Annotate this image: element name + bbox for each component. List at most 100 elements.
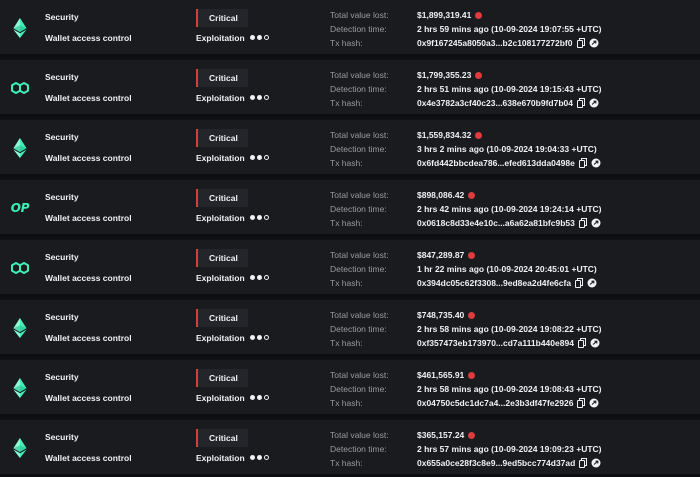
tx-hash-value[interactable]: 0xf357473eb173970...cd7a111b440e894 [417, 338, 574, 348]
severity-badge: Critical [196, 69, 248, 87]
incident-row[interactable]: OP Security Wallet access control Critic… [0, 180, 700, 237]
explorer-link-icon[interactable] [589, 38, 599, 50]
copy-icon[interactable] [579, 458, 588, 470]
severity-label: Critical [209, 373, 238, 383]
tx-hash-label: Tx hash: [330, 158, 363, 168]
tx-hash-value[interactable]: 0x655a0ce28f3c8e9...9ed5bcc774d37ad [417, 458, 575, 468]
value-lost-label: Total value lost: [330, 190, 389, 200]
value-lost: $847,289.87 [417, 250, 476, 260]
tx-hash-value[interactable]: 0x9f167245a8050a3...b2c108177272bf0 [417, 38, 573, 48]
polygon-icon [9, 257, 31, 279]
tx-hash-value[interactable]: 0x0618c8d33e4e10c...a6a62a81bfc9b53 [417, 218, 575, 228]
tx-hash: 0x655a0ce28f3c8e9...9ed5bcc774d37ad [417, 458, 601, 470]
detection-time: 2 hrs 59 mins ago (10-09-2024 19:07:55 +… [417, 24, 602, 34]
attack-type: Exploitation [196, 273, 245, 283]
severity-level-indicator [250, 395, 269, 401]
level-dot-filled [257, 275, 262, 280]
value-lost-amount: $1,799,355.23 [417, 70, 472, 80]
tx-hash: 0x4e3782a3cf40c23...638e670b9fd7b04 [417, 98, 599, 110]
copy-icon[interactable] [577, 398, 586, 410]
incident-row[interactable]: Security Wallet access control Critical … [0, 240, 700, 297]
attack-type: Exploitation [196, 153, 245, 163]
explorer-link-icon[interactable] [591, 158, 601, 170]
explorer-link-icon[interactable] [591, 218, 601, 230]
value-lost-label: Total value lost: [330, 370, 389, 380]
incident-row[interactable]: Security Wallet access control Critical … [0, 0, 700, 57]
level-dot-empty [264, 35, 269, 40]
detection-time: 2 hrs 57 mins ago (10-09-2024 19:09:23 +… [417, 444, 602, 454]
level-dot-empty [264, 95, 269, 100]
detection-time-label: Detection time: [330, 324, 387, 334]
tx-hash-value[interactable]: 0x6fd442bbcdea786...efed613dda0498e [417, 158, 575, 168]
incident-list: Security Wallet access control Critical … [0, 0, 700, 477]
incident-row[interactable]: Security Wallet access control Critical … [0, 300, 700, 357]
copy-icon[interactable] [577, 338, 586, 350]
level-dot-empty [264, 395, 269, 400]
explorer-link-icon[interactable] [590, 338, 600, 350]
critical-status-dot [475, 72, 483, 79]
level-dot-filled [250, 95, 255, 100]
severity-badge: Critical [196, 129, 248, 147]
value-lost: $1,899,319.41 [417, 10, 483, 20]
incident-category: Security [45, 252, 79, 262]
critical-status-dot [475, 12, 483, 19]
severity-level-indicator [250, 215, 269, 221]
tx-hash: 0x0618c8d33e4e10c...a6a62a81bfc9b53 [417, 218, 601, 230]
incident-row[interactable]: Security Wallet access control Critical … [0, 360, 700, 417]
copy-icon[interactable] [578, 218, 587, 230]
severity-label: Critical [209, 253, 238, 263]
level-dot-empty [264, 275, 269, 280]
copy-icon[interactable] [576, 98, 585, 110]
detection-time-label: Detection time: [330, 264, 387, 274]
incident-category: Security [45, 432, 79, 442]
level-dot-empty [264, 335, 269, 340]
tx-hash: 0x6fd442bbcdea786...efed613dda0498e [417, 158, 601, 170]
severity-badge: Critical [196, 309, 248, 327]
value-lost-label: Total value lost: [330, 10, 389, 20]
critical-status-dot [468, 312, 476, 319]
incident-row[interactable]: Security Wallet access control Critical … [0, 120, 700, 177]
detection-time: 2 hrs 58 mins ago (10-09-2024 19:08:22 +… [417, 324, 602, 334]
critical-status-dot [468, 252, 476, 259]
severity-label: Critical [209, 73, 238, 83]
severity-badge: Critical [196, 189, 248, 207]
copy-icon[interactable] [576, 38, 585, 50]
copy-icon[interactable] [575, 278, 584, 290]
tx-hash: 0x394dc05c62f3308...9ed8ea2d4fe6cfa [417, 278, 597, 290]
level-dot-filled [257, 215, 262, 220]
tx-hash: 0x9f167245a8050a3...b2c108177272bf0 [417, 38, 599, 50]
level-dot-filled [257, 35, 262, 40]
severity-level-indicator [250, 155, 269, 161]
attack-type: Exploitation [196, 333, 245, 343]
detection-time-label: Detection time: [330, 384, 387, 394]
value-lost: $898,086.42 [417, 190, 476, 200]
explorer-link-icon[interactable] [591, 458, 601, 470]
attack-type: Exploitation [196, 33, 245, 43]
tx-hash-value[interactable]: 0x394dc05c62f3308...9ed8ea2d4fe6cfa [417, 278, 571, 288]
value-lost-label: Total value lost: [330, 310, 389, 320]
incident-subcategory: Wallet access control [45, 453, 132, 463]
level-dot-filled [250, 35, 255, 40]
tx-hash-value[interactable]: 0x04750c5dc1dc7a4...2e3b3df47fe2926 [417, 398, 573, 408]
severity-level-indicator [250, 335, 269, 341]
copy-icon[interactable] [578, 158, 587, 170]
value-lost: $1,559,834.32 [417, 130, 483, 140]
tx-hash-label: Tx hash: [330, 398, 363, 408]
ethereum-icon [9, 137, 31, 159]
severity-badge: Critical [196, 429, 248, 447]
tx-hash-label: Tx hash: [330, 98, 363, 108]
incident-subcategory: Wallet access control [45, 213, 132, 223]
value-lost: $461,565.91 [417, 370, 476, 380]
incident-row[interactable]: Security Wallet access control Critical … [0, 60, 700, 117]
severity-label: Critical [209, 193, 238, 203]
explorer-link-icon[interactable] [589, 98, 599, 110]
value-lost-label: Total value lost: [330, 250, 389, 260]
explorer-link-icon[interactable] [589, 398, 599, 410]
value-lost: $1,799,355.23 [417, 70, 483, 80]
tx-hash-label: Tx hash: [330, 458, 363, 468]
incident-category: Security [45, 132, 79, 142]
incident-row[interactable]: Security Wallet access control Critical … [0, 420, 700, 477]
level-dot-filled [257, 95, 262, 100]
explorer-link-icon[interactable] [587, 278, 597, 290]
tx-hash-value[interactable]: 0x4e3782a3cf40c23...638e670b9fd7b04 [417, 98, 573, 108]
